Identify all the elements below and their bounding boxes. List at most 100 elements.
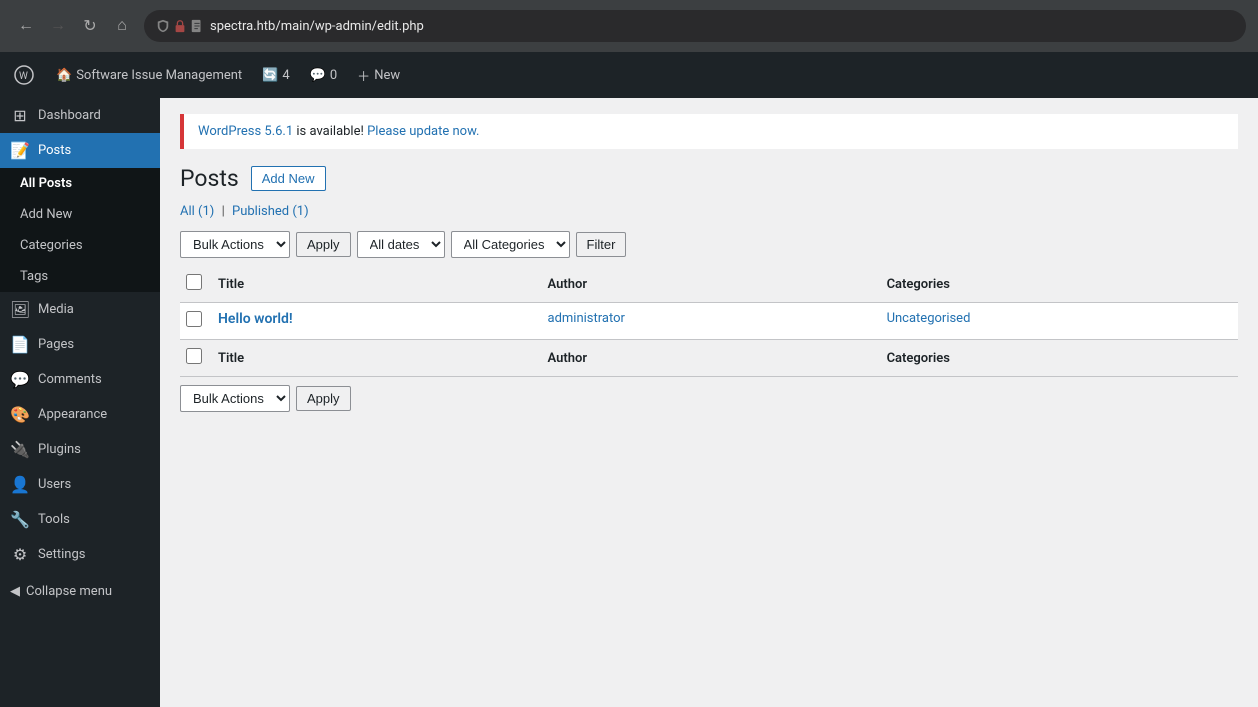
sidebar-item-all-posts[interactable]: All Posts <box>0 168 160 199</box>
back-button[interactable]: ← <box>12 12 40 40</box>
add-new-button[interactable]: Add New <box>251 166 326 191</box>
wp-main: ⊞ Dashboard 📝 Posts All Posts Add New Ca… <box>0 98 1258 707</box>
posts-table-wrapper: Title Author Categories Hello world! <box>160 266 1258 377</box>
page-header: Posts Add New <box>160 157 1258 204</box>
browser-chrome: ← → ↻ ⌂ spectra.htb/main/wp-admin/edit.p… <box>0 0 1258 52</box>
date-filter-select[interactable]: All dates <box>357 231 445 258</box>
sidebar-item-users[interactable]: 👤 Users <box>0 467 160 502</box>
new-bar-item[interactable]: ＋ New <box>349 52 408 98</box>
row-checkbox-cell <box>180 303 208 340</box>
filter-sep: | <box>222 204 225 219</box>
home-icon: 🏠 <box>56 68 72 83</box>
sidebar-item-plugins-label: Plugins <box>38 442 81 457</box>
select-all-header <box>180 266 208 303</box>
address-bar[interactable]: spectra.htb/main/wp-admin/edit.php <box>144 10 1246 42</box>
posts-table: Title Author Categories Hello world! <box>180 266 1238 377</box>
update-link[interactable]: Please update now. <box>367 124 479 139</box>
sidebar-item-settings[interactable]: ⚙ Settings <box>0 537 160 572</box>
page-title: Posts <box>180 165 239 192</box>
lock-icon <box>173 19 187 33</box>
collapse-label: Collapse menu <box>26 584 112 599</box>
posts-icon: 📝 <box>10 141 30 160</box>
title-column-header[interactable]: Title <box>208 266 538 303</box>
collapse-menu-button[interactable]: ◀ Collapse menu <box>0 572 160 611</box>
sidebar-item-appearance[interactable]: 🎨 Appearance <box>0 397 160 432</box>
sidebar-item-dashboard[interactable]: ⊞ Dashboard <box>0 98 160 133</box>
tags-label: Tags <box>20 269 48 284</box>
collapse-icon: ◀ <box>10 584 20 599</box>
forward-button[interactable]: → <box>44 12 72 40</box>
author-column-header[interactable]: Author <box>538 266 877 303</box>
sidebar-item-settings-label: Settings <box>38 547 85 562</box>
plugins-icon: 🔌 <box>10 440 30 459</box>
select-all-footer-checkbox[interactable] <box>186 348 202 364</box>
home-button[interactable]: ⌂ <box>108 12 136 40</box>
users-icon: 👤 <box>10 475 30 494</box>
table-header-row: Title Author Categories <box>180 266 1238 303</box>
wp-update-notice: WordPress 5.6.1 is available! Please upd… <box>180 114 1238 149</box>
tools-icon: 🔧 <box>10 510 30 529</box>
wp-version-link[interactable]: WordPress 5.6.1 <box>198 124 293 139</box>
plus-icon: ＋ <box>357 66 370 85</box>
reload-button[interactable]: ↻ <box>76 12 104 40</box>
sidebar-item-posts[interactable]: 📝 Posts <box>0 133 160 168</box>
sidebar-item-media-label: Media <box>38 302 74 317</box>
sidebar-item-add-new[interactable]: Add New <box>0 199 160 230</box>
shield-icon <box>156 19 170 33</box>
sidebar-item-comments-label: Comments <box>38 372 102 387</box>
table-row: Hello world! administrator Uncategorised <box>180 303 1238 340</box>
comments-bar-item[interactable]: 💬 0 <box>302 52 346 98</box>
filter-button[interactable]: Filter <box>576 232 627 257</box>
site-name-bar-item[interactable]: 🏠 Software Issue Management <box>48 52 250 98</box>
select-all-checkbox[interactable] <box>186 274 202 290</box>
media-icon: 🖼 <box>10 300 30 319</box>
posts-toolbar-top: Bulk Actions Apply All dates All Categor… <box>160 227 1258 266</box>
notice-message: is available! <box>293 124 367 139</box>
post-title-link[interactable]: Hello world! <box>218 311 293 327</box>
post-title-cell: Hello world! <box>208 303 538 340</box>
appearance-icon: 🎨 <box>10 405 30 424</box>
categories-footer-header[interactable]: Categories <box>877 340 1238 377</box>
select-all-footer <box>180 340 208 377</box>
categories-label: Categories <box>20 238 83 253</box>
post-category-link[interactable]: Uncategorised <box>887 311 971 326</box>
sidebar-item-dashboard-label: Dashboard <box>38 108 101 123</box>
category-filter-select[interactable]: All Categories <box>451 231 570 258</box>
sidebar-item-pages[interactable]: 📄 Pages <box>0 327 160 362</box>
updates-bar-item[interactable]: 🔄 4 <box>254 52 298 98</box>
settings-icon: ⚙ <box>10 545 30 564</box>
sidebar-item-tools[interactable]: 🔧 Tools <box>0 502 160 537</box>
sidebar-item-plugins[interactable]: 🔌 Plugins <box>0 432 160 467</box>
table-footer-row: Title Author Categories <box>180 340 1238 377</box>
add-new-sub-label: Add New <box>20 207 72 222</box>
comments-count: 0 <box>330 68 337 83</box>
sidebar-item-comments[interactable]: 💬 Comments <box>0 362 160 397</box>
post-category-cell: Uncategorised <box>877 303 1238 340</box>
post-author-link[interactable]: administrator <box>548 311 625 326</box>
post-author-cell: administrator <box>538 303 877 340</box>
sidebar-item-tools-label: Tools <box>38 512 70 527</box>
bulk-actions-select-bottom[interactable]: Bulk Actions <box>180 385 290 412</box>
all-posts-label: All Posts <box>20 176 72 191</box>
wp-sidebar: ⊞ Dashboard 📝 Posts All Posts Add New Ca… <box>0 98 160 707</box>
all-filter-tab[interactable]: All (1) <box>180 204 214 219</box>
site-name-text: Software Issue Management <box>76 68 242 83</box>
title-footer-header[interactable]: Title <box>208 340 538 377</box>
posts-toolbar-bottom: Bulk Actions Apply <box>160 377 1258 420</box>
categories-column-header[interactable]: Categories <box>877 266 1238 303</box>
published-filter-tab[interactable]: Published (1) <box>232 204 309 219</box>
filter-tabs: All (1) | Published (1) <box>160 204 1258 227</box>
updates-count: 4 <box>282 68 289 83</box>
apply-button-bottom[interactable]: Apply <box>296 386 351 411</box>
row-checkbox[interactable] <box>186 311 202 327</box>
wp-logo[interactable]: W <box>8 59 40 91</box>
bulk-actions-select-top[interactable]: Bulk Actions <box>180 231 290 258</box>
sidebar-item-media[interactable]: 🖼 Media <box>0 292 160 327</box>
author-footer-header[interactable]: Author <box>538 340 877 377</box>
sidebar-item-tags[interactable]: Tags <box>0 261 160 292</box>
wp-content: WordPress 5.6.1 is available! Please upd… <box>160 98 1258 707</box>
sidebar-item-categories[interactable]: Categories <box>0 230 160 261</box>
comments-icon: 💬 <box>310 68 326 83</box>
apply-button-top[interactable]: Apply <box>296 232 351 257</box>
security-icons <box>156 19 204 33</box>
